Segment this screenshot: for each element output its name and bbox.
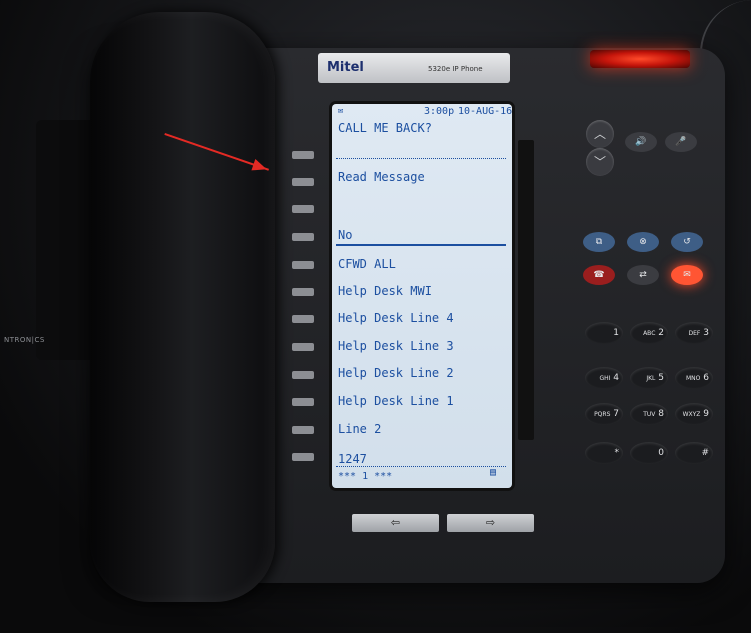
key-star[interactable]: * [585,442,623,464]
line-key-9[interactable] [292,371,314,379]
key-5[interactable]: JKL 5 [630,367,668,389]
line-key-8[interactable] [292,343,314,351]
key-digit: 1 [613,328,619,338]
option-read-message[interactable]: Read Message [338,170,425,184]
key-digit: 3 [703,328,709,338]
page-icon: ▤ [490,467,497,478]
divider [336,244,506,246]
speaker-icon: 🔊 [635,137,647,147]
key-digit: 5 [658,373,664,383]
line-key-5[interactable] [292,261,314,269]
line-key-strip [288,145,320,475]
redial-icon: ↺ [683,237,691,247]
key-letters: TUV [643,411,656,418]
key-letters: ABC [643,330,656,337]
message-icon: ✉ [683,270,691,280]
line-key-7[interactable] [292,315,314,323]
arrow-right-icon: ⇨ [485,516,496,529]
hold-button[interactable]: ⧉ [583,232,615,252]
nav-up-button[interactable]: ︿ [586,120,614,148]
key-4[interactable]: GHI 4 [585,367,623,389]
transfer-icon: ⇄ [639,270,647,280]
phone-display: ✉ 3:00p 10-AUG-16 CALL ME BACK? Read Mes… [332,104,512,488]
headset-brand-label: NTRON|CS [4,336,45,344]
line-key-11[interactable] [292,426,314,434]
arrow-left-icon: ⇦ [390,516,401,529]
chevron-down-icon: ﹀ [593,155,606,169]
goodbye-button[interactable]: ☎ [583,265,615,285]
key-letters: PQRS [594,411,611,418]
hang-up-icon: ☎ [593,270,605,280]
chevron-up-icon: ︿ [593,127,606,141]
prompt-title: CALL ME BACK? [338,121,432,135]
key-digit: * [614,448,620,458]
scroll-left-button[interactable]: ⇦ [352,514,439,532]
line-label-3[interactable]: Help Desk Line 4 [338,311,454,325]
key-7[interactable]: PQRS 7 [585,403,623,425]
key-digit: 0 [658,448,664,458]
key-letters: GHI [599,375,611,382]
line-label-2[interactable]: Help Desk MWI [338,284,432,298]
phone-handset[interactable] [90,12,275,602]
mute-button[interactable]: 🎤 [665,132,697,152]
line-label-6[interactable]: Help Desk Line 1 [338,394,454,408]
line-key-1[interactable] [292,151,314,159]
cancel-icon: ⊗ [639,237,647,247]
key-digit: 2 [658,328,664,338]
key-hash[interactable]: # [675,442,713,464]
key-2[interactable]: ABC 2 [630,322,668,344]
key-3[interactable]: DEF 3 [675,322,713,344]
key-digit: 7 [613,409,619,419]
key-1[interactable]: 1 [585,322,623,344]
key-6[interactable]: MNO 6 [675,367,713,389]
key-digit: # [701,448,709,458]
key-letters: MNO [686,375,701,382]
key-0[interactable]: 0 [630,442,668,464]
divider [336,466,506,467]
line-key-3[interactable] [292,205,314,213]
line-key-12[interactable] [292,453,314,461]
hold-icon: ⧉ [595,237,603,247]
line-key-2[interactable] [292,178,314,186]
key-letters: JKL [646,375,656,382]
key-letters: DEF [688,330,701,337]
key-digit: 8 [658,409,664,419]
envelope-icon: ✉ [338,106,344,116]
status-time: 3:00p [424,106,455,117]
line-key-10[interactable] [292,398,314,406]
photo-scene: NTRON|CS Mitel 5320e IP Phone ✉ 3:00p 10… [0,0,751,633]
line-key-4[interactable] [292,233,314,241]
message-button[interactable]: ✉ [671,265,703,285]
line-label-4[interactable]: Help Desk Line 3 [338,339,454,353]
brand-logo: Mitel [327,60,364,75]
microphone-icon: 🎤 [675,137,687,147]
footer-status: *** 1 *** [338,471,393,482]
line-label-5[interactable]: Help Desk Line 2 [338,366,454,380]
volume-button[interactable]: 🔊 [625,132,657,152]
right-key-strip [518,140,534,440]
key-digit: 6 [703,373,709,383]
message-indicator-light [590,50,690,68]
redial-button[interactable]: ↺ [671,232,703,252]
line-label-1[interactable]: CFWD ALL [338,257,396,271]
transfer-button[interactable]: ⇄ [627,265,659,285]
option-no[interactable]: No [338,228,352,242]
key-9[interactable]: WXYZ 9 [675,403,713,425]
key-letters: WXYZ [682,411,701,418]
key-digit: 4 [613,373,619,383]
key-digit: 9 [703,409,709,419]
divider [336,158,506,159]
key-8[interactable]: TUV 8 [630,403,668,425]
model-label: 5320e IP Phone [428,65,483,73]
line-label-7[interactable]: Line 2 [338,422,381,436]
status-date: 10-AUG-16 [458,106,513,117]
nav-down-button[interactable]: ﹀ [586,148,614,176]
scroll-right-button[interactable]: ⇨ [447,514,534,532]
cancel-button[interactable]: ⊗ [627,232,659,252]
line-key-6[interactable] [292,288,314,296]
line-label-8[interactable]: 1247 [338,452,367,466]
